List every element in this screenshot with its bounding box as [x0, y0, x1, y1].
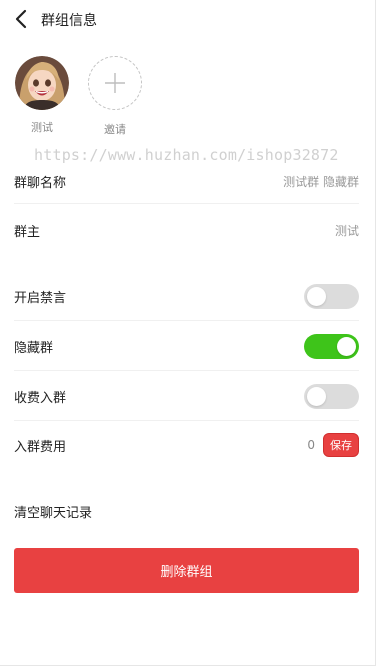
hidden-group-toggle[interactable] [304, 333, 359, 359]
hidden-group-label: 隐藏群 [14, 340, 54, 356]
group-name-value: 测试群 隐藏群 [283, 174, 359, 189]
group-owner-label: 群主 [14, 224, 41, 240]
delete-group-button[interactable]: 删除群组 [14, 548, 359, 593]
invite-label: 邀请 [104, 123, 126, 136]
toggle-knob [337, 336, 356, 356]
member-avatar [15, 56, 69, 110]
page-title: 群组信息 [41, 13, 97, 29]
save-fee-button[interactable]: 保存 [323, 433, 359, 457]
group-name-row[interactable]: 群聊名称 测试群 隐藏群 [14, 170, 359, 192]
back-button[interactable] [10, 8, 32, 30]
group-info-page: 群组信息 测试 邀请 https://www.huzhan.com/ishop3… [0, 0, 376, 666]
header-bar: 群组信息 [0, 0, 375, 40]
group-owner-row[interactable]: 群主 测试 [14, 219, 359, 241]
member-item[interactable]: 测试 [14, 56, 70, 135]
toggle-knob [307, 286, 326, 306]
divider [14, 370, 359, 371]
invite-button[interactable] [88, 56, 142, 110]
hidden-group-row: 隐藏群 [14, 333, 359, 359]
watermark-text: https://www.huzhan.com/ishop32872 [34, 146, 339, 164]
chevron-left-icon [15, 9, 27, 29]
plus-icon [105, 73, 125, 93]
mute-toggle[interactable] [304, 283, 359, 309]
paid-join-label: 收费入群 [14, 390, 67, 406]
join-fee-row: 入群费用 0 保存 [14, 432, 359, 458]
join-fee-controls: 0 保存 [307, 433, 359, 457]
paid-join-toggle[interactable] [304, 383, 359, 409]
group-name-label: 群聊名称 [14, 175, 67, 191]
group-owner-value: 测试 [334, 223, 359, 238]
clear-history-label: 清空聊天记录 [14, 505, 93, 521]
clear-history-row[interactable]: 清空聊天记录 [14, 500, 359, 522]
member-name: 测试 [31, 121, 53, 134]
toggle-knob [307, 386, 326, 406]
divider [14, 320, 359, 321]
join-fee-label: 入群费用 [14, 439, 67, 455]
paid-join-row: 收费入群 [14, 383, 359, 409]
mute-row: 开启禁言 [14, 283, 359, 309]
invite-member[interactable]: 邀请 [87, 56, 143, 137]
join-fee-input[interactable]: 0 [307, 438, 315, 452]
mute-label: 开启禁言 [14, 290, 67, 306]
divider [14, 203, 359, 204]
divider [14, 420, 359, 421]
